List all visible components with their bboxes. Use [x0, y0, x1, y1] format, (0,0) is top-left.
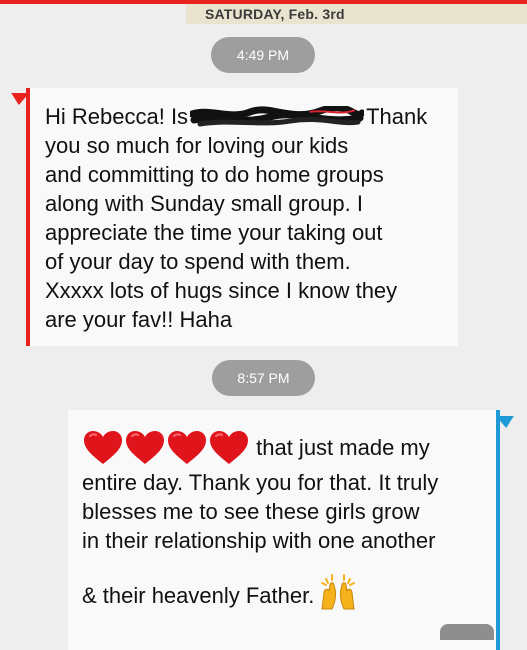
red-heart-icon	[168, 431, 206, 464]
message-line: you so much for loving our kids	[45, 133, 349, 158]
message-text-last: & their heavenly Father.	[82, 583, 315, 608]
message-line: Xxxxx lots of hugs since I know they	[45, 278, 398, 303]
message-text-first: that just made my	[256, 435, 430, 460]
message-text-suffix: Thank	[366, 104, 428, 129]
message-line: are your fav!! Haha	[45, 307, 233, 332]
message-line: & their heavenly Father.	[82, 571, 486, 611]
timestamp-pill: 8:57 PM	[212, 360, 315, 396]
outgoing-message-bubble[interactable]: that just made my entire day. Thank you …	[68, 410, 519, 650]
timestamp-pill: 4:49 PM	[211, 37, 315, 73]
incoming-message-bubble[interactable]: Hi Rebecca! Is Thank you so much for lov…	[6, 88, 458, 346]
date-header: SATURDAY, Feb. 3rd	[205, 6, 345, 22]
message-line: blesses me to see these girls grow	[82, 499, 420, 524]
message-line: along with Sunday small group. I	[45, 191, 363, 216]
incoming-accent-bar	[26, 88, 30, 346]
raising-hands-icon	[321, 574, 356, 610]
message-line: and committing to do home groups	[45, 162, 384, 187]
message-line: appreciate the time your taking out	[45, 220, 383, 245]
message-line: in their relationship with one another	[82, 528, 436, 553]
outgoing-bubble-tail	[495, 416, 519, 428]
red-heart-icon	[210, 431, 248, 464]
red-heart-icon	[126, 431, 164, 464]
outgoing-accent-bar	[496, 410, 500, 650]
hearts-emoji-group	[82, 430, 250, 466]
message-line: Hi Rebecca! Is Thank	[45, 102, 448, 131]
message-line: of your day to spend with them.	[45, 249, 351, 274]
bottom-overlay-tab[interactable]	[440, 624, 494, 640]
message-line: entire day. Thank you for that. It truly	[82, 470, 439, 495]
redacted-name-scribble	[190, 106, 365, 128]
message-line: that just made my	[82, 430, 486, 466]
message-text-prefix: Hi Rebecca! Is	[45, 104, 189, 129]
red-heart-icon	[84, 431, 122, 464]
